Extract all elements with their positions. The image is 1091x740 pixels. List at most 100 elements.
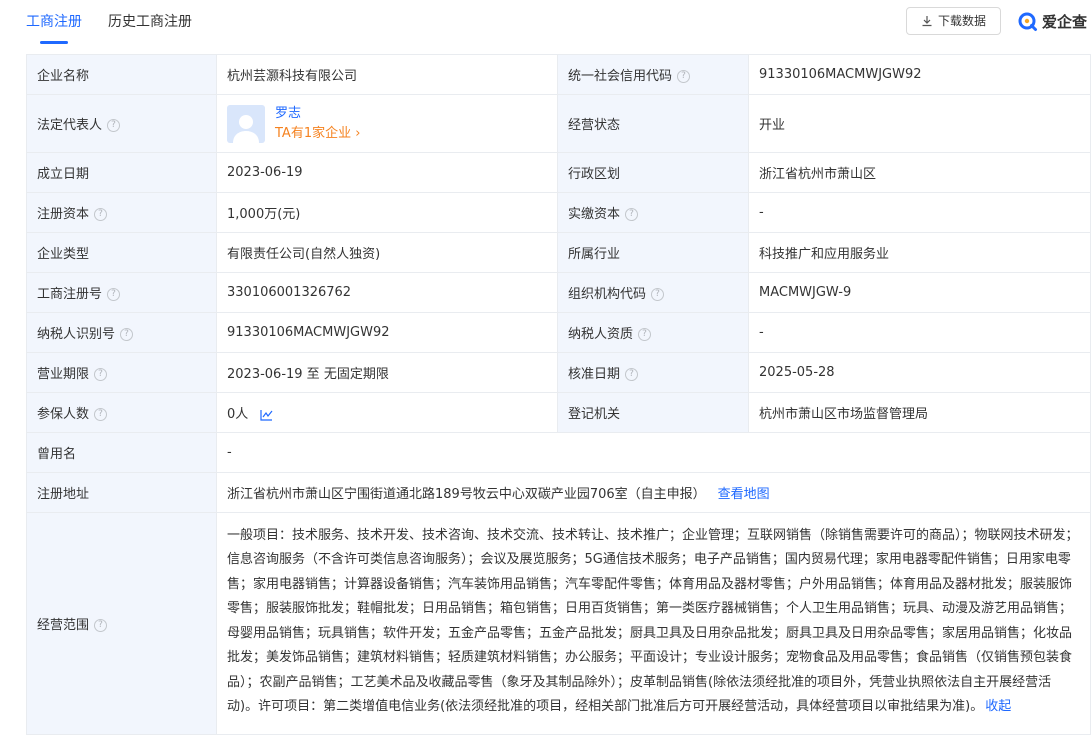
table-row: 参保人数? 0人 登记机关 杭州市萧山区市场监督管理局 [26, 392, 1091, 433]
legal-rep-value: 罗志 TA有1家企业 › [216, 94, 558, 153]
address-value-cell: 浙江省杭州市萧山区宁围街道通北路189号牧云中心双碳产业园706室（自主申报） 查… [216, 472, 1091, 513]
chevron-right-icon: › [355, 125, 361, 141]
credit-code-label-cell: 统一社会信用代码? [557, 54, 749, 95]
term-label: 营业期限 [37, 367, 90, 382]
scope-value-cell: 一般项目：技术服务、技术开发、技术咨询、技术交流、技术转让、技术推广；企业管理；… [216, 512, 1091, 735]
legal-rep-label-cell: 法定代表人? [26, 94, 217, 153]
table-row: 营业期限? 2023-06-19 至 无固定期限 核准日期? 2025-05-2… [26, 352, 1091, 393]
company-name-value: 杭州芸灏科技有限公司 [216, 54, 558, 95]
approval-date-value: 2025-05-28 [748, 352, 1091, 393]
paid-capital-label-cell: 实缴资本? [557, 192, 749, 233]
avatar[interactable] [227, 104, 265, 143]
scope-label-cell: 经营范围? [26, 512, 217, 735]
help-icon[interactable]: ? [94, 208, 108, 221]
former-name-label: 曾用名 [26, 432, 217, 473]
credit-code-label: 统一社会信用代码 [568, 69, 673, 84]
table-row: 企业类型 有限责任公司(自然人独资) 所属行业 科技推广和应用服务业 [26, 232, 1091, 273]
scope-value: 一般项目：技术服务、技术开发、技术咨询、技术交流、技术转让、技术推广；企业管理；… [227, 527, 1079, 715]
download-label: 下载数据 [937, 14, 986, 28]
insured-value: 0人 [227, 407, 249, 422]
reg-no-label-cell: 工商注册号? [26, 272, 217, 313]
help-icon[interactable]: ? [625, 208, 639, 221]
insured-value-cell: 0人 [216, 392, 558, 433]
tab-business-registration[interactable]: 工商注册 [26, 0, 82, 44]
term-value: 2023-06-19 至 无固定期限 [216, 352, 558, 393]
table-row: 曾用名 - [26, 432, 1091, 473]
help-icon[interactable]: ? [107, 288, 121, 301]
company-type-label: 企业类型 [26, 232, 217, 273]
tab-bar: 工商注册 历史工商注册 [26, 0, 218, 44]
view-map-link[interactable]: 查看地图 [718, 487, 770, 502]
founded-label: 成立日期 [26, 152, 217, 193]
taxpayer-qual-label-cell: 纳税人资质? [557, 312, 749, 353]
reg-capital-value: 1,000万(元) [216, 192, 558, 233]
founded-value: 2023-06-19 [216, 152, 558, 193]
help-icon[interactable]: ? [638, 328, 652, 341]
org-code-label-cell: 组织机构代码? [557, 272, 749, 313]
table-row: 法定代表人? 罗志 TA有1家企业 › 经营状态 开业 [26, 94, 1091, 153]
approval-date-label: 核准日期 [568, 367, 621, 382]
legal-rep-label: 法定代表人 [37, 118, 103, 133]
taxpayer-qual-value: - [748, 312, 1091, 353]
org-code-value: MACMWJGW-9 [748, 272, 1091, 313]
term-label-cell: 营业期限? [26, 352, 217, 393]
credit-code-value: 91330106MACMWJGW92 [748, 54, 1091, 95]
insured-label-cell: 参保人数? [26, 392, 217, 433]
taxpayer-qual-label: 纳税人资质 [568, 327, 634, 342]
region-label: 行政区划 [557, 152, 749, 193]
help-icon[interactable]: ? [651, 288, 665, 301]
region-value: 浙江省杭州市萧山区 [748, 152, 1091, 193]
download-data-button[interactable]: 下载数据 [906, 7, 1001, 35]
brand-logo: 爱企查 [1018, 11, 1087, 32]
company-type-value: 有限责任公司(自然人独资) [216, 232, 558, 273]
legal-rep-name-link[interactable]: 罗志 [275, 104, 360, 124]
taxpayer-id-label: 纳税人识别号 [37, 327, 116, 342]
brand-name: 爱企查 [1042, 13, 1088, 31]
table-row: 工商注册号? 330106001326762 组织机构代码? MACMWJGW-… [26, 272, 1091, 313]
table-row: 企业名称 杭州芸灏科技有限公司 统一社会信用代码? 91330106MACMWJ… [26, 54, 1091, 95]
org-code-label: 组织机构代码 [568, 287, 647, 302]
paid-capital-label: 实缴资本 [568, 207, 621, 222]
scope-label: 经营范围 [37, 618, 90, 633]
insured-label: 参保人数 [37, 407, 90, 422]
help-icon[interactable]: ? [120, 328, 134, 341]
help-icon[interactable]: ? [94, 619, 108, 632]
trend-chart-icon[interactable] [260, 409, 273, 421]
reg-no-value: 330106001326762 [216, 272, 558, 313]
legal-rep-companies-text: TA有1家企业 [275, 125, 352, 141]
paid-capital-value: - [748, 192, 1091, 233]
table-row: 注册地址 浙江省杭州市萧山区宁围街道通北路189号牧云中心双碳产业园706室（自… [26, 472, 1091, 513]
address-label: 注册地址 [26, 472, 217, 513]
help-icon[interactable]: ? [107, 119, 121, 132]
status-label: 经营状态 [557, 94, 749, 153]
reg-capital-label-cell: 注册资本? [26, 192, 217, 233]
former-name-value: - [216, 432, 1091, 473]
aiqicha-logo-icon [1018, 12, 1037, 31]
collapse-link[interactable]: 收起 [985, 699, 1011, 714]
status-value: 开业 [748, 94, 1091, 153]
company-name-label: 企业名称 [26, 54, 217, 95]
industry-label: 所属行业 [557, 232, 749, 273]
authority-label: 登记机关 [557, 392, 749, 433]
tab-history-registration[interactable]: 历史工商注册 [108, 0, 192, 40]
registration-info-table: 企业名称 杭州芸灏科技有限公司 统一社会信用代码? 91330106MACMWJ… [26, 54, 1091, 735]
legal-rep-companies-link[interactable]: TA有1家企业 › [275, 124, 360, 144]
help-icon[interactable]: ? [677, 70, 691, 83]
table-row: 成立日期 2023-06-19 行政区划 浙江省杭州市萧山区 [26, 152, 1091, 193]
download-icon [922, 16, 932, 27]
taxpayer-id-label-cell: 纳税人识别号? [26, 312, 217, 353]
taxpayer-id-value: 91330106MACMWJGW92 [216, 312, 558, 353]
table-row: 经营范围? 一般项目：技术服务、技术开发、技术咨询、技术交流、技术转让、技术推广… [26, 512, 1091, 735]
approval-date-label-cell: 核准日期? [557, 352, 749, 393]
table-row: 注册资本? 1,000万(元) 实缴资本? - [26, 192, 1091, 233]
authority-value: 杭州市萧山区市场监督管理局 [748, 392, 1091, 433]
reg-no-label: 工商注册号 [37, 287, 103, 302]
help-icon[interactable]: ? [94, 408, 108, 421]
address-value: 浙江省杭州市萧山区宁围街道通北路189号牧云中心双碳产业园706室（自主申报） [227, 487, 706, 502]
help-icon[interactable]: ? [94, 368, 108, 381]
help-icon[interactable]: ? [625, 368, 639, 381]
person-icon [233, 114, 259, 143]
reg-capital-label: 注册资本 [37, 207, 90, 222]
industry-value: 科技推广和应用服务业 [748, 232, 1091, 273]
table-row: 纳税人识别号? 91330106MACMWJGW92 纳税人资质? - [26, 312, 1091, 353]
